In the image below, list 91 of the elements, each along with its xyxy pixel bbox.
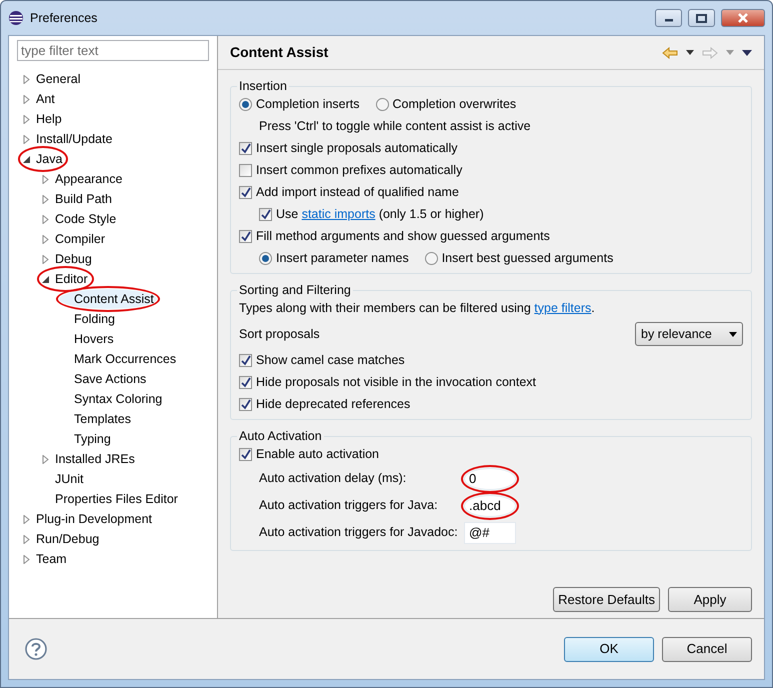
tree-item[interactable]: Syntax Coloring xyxy=(59,389,166,409)
collapsed-arrow-icon[interactable] xyxy=(22,114,31,124)
tree-item[interactable]: Folding xyxy=(59,309,118,329)
input-field[interactable]: @# xyxy=(464,522,516,544)
check-icon xyxy=(240,230,251,242)
link[interactable]: type filters xyxy=(534,300,592,315)
tree-item[interactable]: JUnit xyxy=(40,469,86,489)
tree-item[interactable]: Team xyxy=(21,549,70,569)
collapsed-arrow-icon[interactable] xyxy=(22,534,31,544)
check-icon xyxy=(240,398,251,410)
collapsed-arrow-icon[interactable] xyxy=(22,94,31,104)
apply-button[interactable]: Apply xyxy=(668,587,752,612)
radio-option[interactable]: Insert best guessed arguments xyxy=(424,248,614,268)
tree-item[interactable]: Code Style xyxy=(40,209,120,229)
forward-arrow-icon[interactable] xyxy=(702,46,718,58)
hint-text: Press 'Ctrl' to toggle while content assist is active xyxy=(259,118,531,135)
back-arrow-icon[interactable] xyxy=(662,46,678,58)
tree-item[interactable]: Content Assist xyxy=(59,289,157,309)
checkbox[interactable]: Hide deprecated references xyxy=(239,394,410,414)
tree-item[interactable]: Help xyxy=(21,109,65,129)
tree-item[interactable]: Compiler xyxy=(40,229,108,249)
dialog-button[interactable]: OK xyxy=(564,636,654,662)
field-label: Auto activation delay (ms): xyxy=(259,470,408,488)
collapsed-arrow-icon[interactable] xyxy=(41,174,50,184)
restore-defaults-button[interactable]: Restore Defaults xyxy=(553,587,660,612)
collapsed-arrow-icon[interactable] xyxy=(41,194,50,204)
collapsed-arrow-icon[interactable] xyxy=(41,254,50,264)
collapsed-arrow-icon[interactable] xyxy=(22,514,31,524)
input-field[interactable]: 0 xyxy=(464,468,516,490)
minimize-button[interactable] xyxy=(655,9,682,27)
tree-item[interactable]: Java xyxy=(21,149,66,169)
collapsed-arrow-icon[interactable] xyxy=(22,134,31,144)
tree-item[interactable]: Editor xyxy=(40,269,91,289)
collapsed-arrow-icon[interactable] xyxy=(22,554,31,564)
view-menu-icon[interactable] xyxy=(742,50,752,56)
tree-item[interactable]: Typing xyxy=(59,429,114,449)
dropdown-caret-icon xyxy=(729,332,737,336)
dropdown-caret-icon[interactable] xyxy=(686,50,694,55)
tree-item[interactable]: General xyxy=(21,69,84,89)
check-icon xyxy=(240,354,251,366)
checkbox[interactable]: Fill method arguments and show guessed arguments xyxy=(239,226,550,246)
checkbox[interactable]: Show camel case matches xyxy=(239,350,405,370)
check-icon xyxy=(240,448,251,460)
checkbox[interactable]: Use static imports (only 1.5 or higher) xyxy=(259,204,484,224)
tree-item[interactable]: Properties Files Editor xyxy=(40,489,181,509)
expanded-arrow-icon[interactable] xyxy=(22,154,31,164)
collapsed-arrow-icon[interactable] xyxy=(22,74,31,84)
tree-item[interactable]: Templates xyxy=(59,409,134,429)
dialog-button[interactable]: Cancel xyxy=(662,636,752,662)
field-label: Auto activation triggers for Java: xyxy=(259,497,439,514)
tree-item[interactable]: Ant xyxy=(21,89,58,109)
collapsed-arrow-icon[interactable] xyxy=(41,454,50,464)
checkbox[interactable]: Hide proposals not visible in the invocation context xyxy=(239,372,536,392)
check-icon xyxy=(260,208,271,220)
maximize-button[interactable] xyxy=(688,9,715,27)
filter-field[interactable]: type filter text xyxy=(17,40,209,61)
tree-item[interactable]: Plug-in Development xyxy=(21,509,156,529)
tree-item[interactable]: Run/Debug xyxy=(21,529,102,549)
collapsed-arrow-icon[interactable] xyxy=(41,234,50,244)
link[interactable]: static imports xyxy=(302,206,376,221)
checkbox[interactable]: Enable auto activation xyxy=(239,444,380,464)
help-icon[interactable] xyxy=(25,638,47,660)
collapsed-arrow-icon[interactable] xyxy=(41,214,50,224)
sort-dropdown[interactable]: by relevance xyxy=(635,322,743,346)
tree-item[interactable]: Appearance xyxy=(40,169,126,189)
tree-item[interactable]: Hovers xyxy=(59,329,117,349)
maximize-icon xyxy=(696,14,707,22)
radio-option[interactable]: Completion overwrites xyxy=(376,94,516,114)
window-title: Preferences xyxy=(30,10,98,27)
radio-option[interactable]: Insert parameter names xyxy=(259,248,409,268)
checkbox[interactable]: Add import instead of qualified name xyxy=(239,182,459,202)
tree-item[interactable]: Save Actions xyxy=(59,369,150,389)
tree-item[interactable]: Debug xyxy=(40,249,95,269)
field-label: Auto activation triggers for Javadoc: xyxy=(259,524,459,542)
check-icon xyxy=(240,186,251,198)
tree-item[interactable]: Install/Update xyxy=(21,129,116,149)
check-icon xyxy=(240,142,251,154)
tree-item[interactable]: Mark Occurrences xyxy=(59,349,180,369)
checkbox[interactable]: Insert single proposals automatically xyxy=(239,138,458,158)
tree-item[interactable]: Build Path xyxy=(40,189,115,209)
tree-item[interactable]: Installed JREs xyxy=(40,449,138,469)
description-text: Types along with their members can be filtered using type filters. xyxy=(239,300,595,317)
check-icon xyxy=(240,376,251,388)
checkbox[interactable]: Insert common prefixes automatically xyxy=(239,160,462,180)
close-button[interactable] xyxy=(721,9,765,27)
app-icon xyxy=(8,10,24,26)
radio-option[interactable]: Completion inserts xyxy=(239,94,360,114)
close-icon xyxy=(737,13,749,23)
field-label: Sort proposals xyxy=(239,326,320,343)
expanded-arrow-icon[interactable] xyxy=(41,274,50,284)
page-title: Content Assist xyxy=(230,43,328,62)
